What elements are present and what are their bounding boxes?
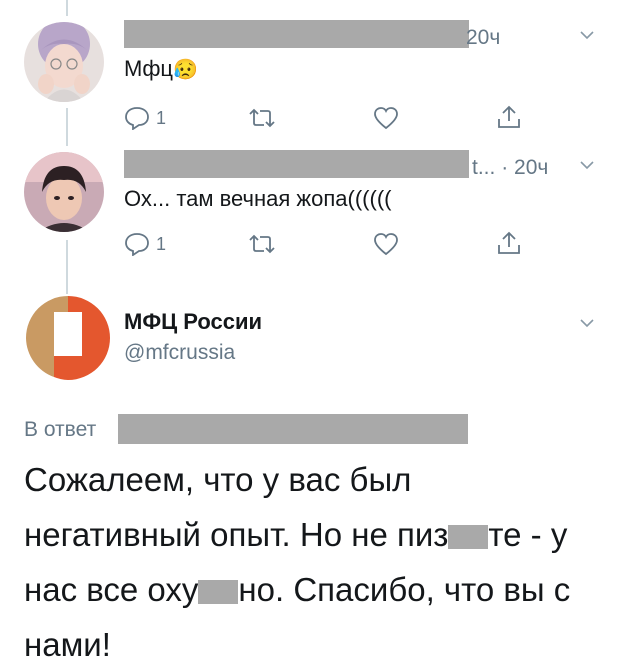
- chevron-down-icon[interactable]: [580, 160, 594, 170]
- reply-count: 1: [156, 107, 167, 128]
- mfc-logo-icon: [25, 295, 111, 381]
- text-fragment: нас все оху: [24, 571, 199, 608]
- censored-fragment: [198, 580, 239, 605]
- retweet-icon: [249, 234, 275, 254]
- share-icon: [498, 231, 520, 254]
- chevron-down-icon[interactable]: [580, 318, 594, 328]
- like-icon: [374, 233, 398, 256]
- account-name[interactable]: МФЦ России: [124, 309, 262, 335]
- text-line-1: Сожалеем, что у вас был: [24, 461, 412, 498]
- handle-end: t...: [472, 156, 496, 179]
- share-button[interactable]: [496, 104, 522, 130]
- redacted-username: [124, 150, 469, 178]
- thread-line-top: [66, 0, 68, 16]
- chevron-down-icon[interactable]: [580, 30, 594, 40]
- retweet-button[interactable]: [248, 106, 276, 130]
- reply-button[interactable]: 1: [124, 106, 166, 130]
- mfc-logo-avatar[interactable]: [24, 294, 112, 382]
- avatar[interactable]: [24, 152, 104, 232]
- tweet-text: Мфц😥: [124, 56, 198, 82]
- tweet-text: Ох... там вечная жопа((((((: [124, 186, 392, 211]
- censored-fragment: [448, 525, 489, 550]
- avatar[interactable]: [24, 22, 104, 102]
- tweet-handle-end[interactable]: t... · 20ч: [472, 156, 548, 180]
- text-fragment: но. Спасибо, что вы с: [238, 571, 571, 608]
- reply-icon: [125, 107, 149, 130]
- redacted-username: [124, 20, 469, 48]
- reply-count: 1: [156, 233, 167, 254]
- thread-line-2: [66, 240, 68, 294]
- thread-line-1: [66, 108, 68, 146]
- account-handle[interactable]: @mfcrussia: [124, 341, 235, 365]
- reply-icon: [125, 233, 149, 256]
- text-line-3: нас все оху но. Спасибо, что вы с: [24, 562, 604, 617]
- share-button[interactable]: [496, 230, 522, 256]
- text-line-4: нами!: [24, 626, 111, 663]
- text-fragment: негативный опыт. Но не пиз: [24, 516, 449, 553]
- main-tweet-text: Сожалеем, что у вас был негативный опыт.…: [24, 452, 604, 672]
- redacted-reply-target: [118, 414, 468, 444]
- share-icon: [498, 105, 520, 128]
- like-button[interactable]: [373, 106, 399, 130]
- retweet-button[interactable]: [248, 232, 276, 256]
- like-icon: [374, 107, 398, 130]
- text-fragment: те - у: [488, 516, 568, 553]
- sad-face-emoji: 😥: [173, 59, 198, 81]
- text-line-2: негативный опыт. Но не пиз те - у: [24, 507, 604, 562]
- tweet-time[interactable]: 20ч: [466, 26, 500, 50]
- reply-to-label: В ответ: [24, 418, 97, 441]
- tweet-time[interactable]: · 20ч: [501, 156, 548, 179]
- like-button[interactable]: [373, 232, 399, 256]
- retweet-icon: [249, 108, 275, 128]
- reply-button[interactable]: 1: [124, 232, 166, 256]
- tweet-text-content: Мфц: [124, 56, 174, 81]
